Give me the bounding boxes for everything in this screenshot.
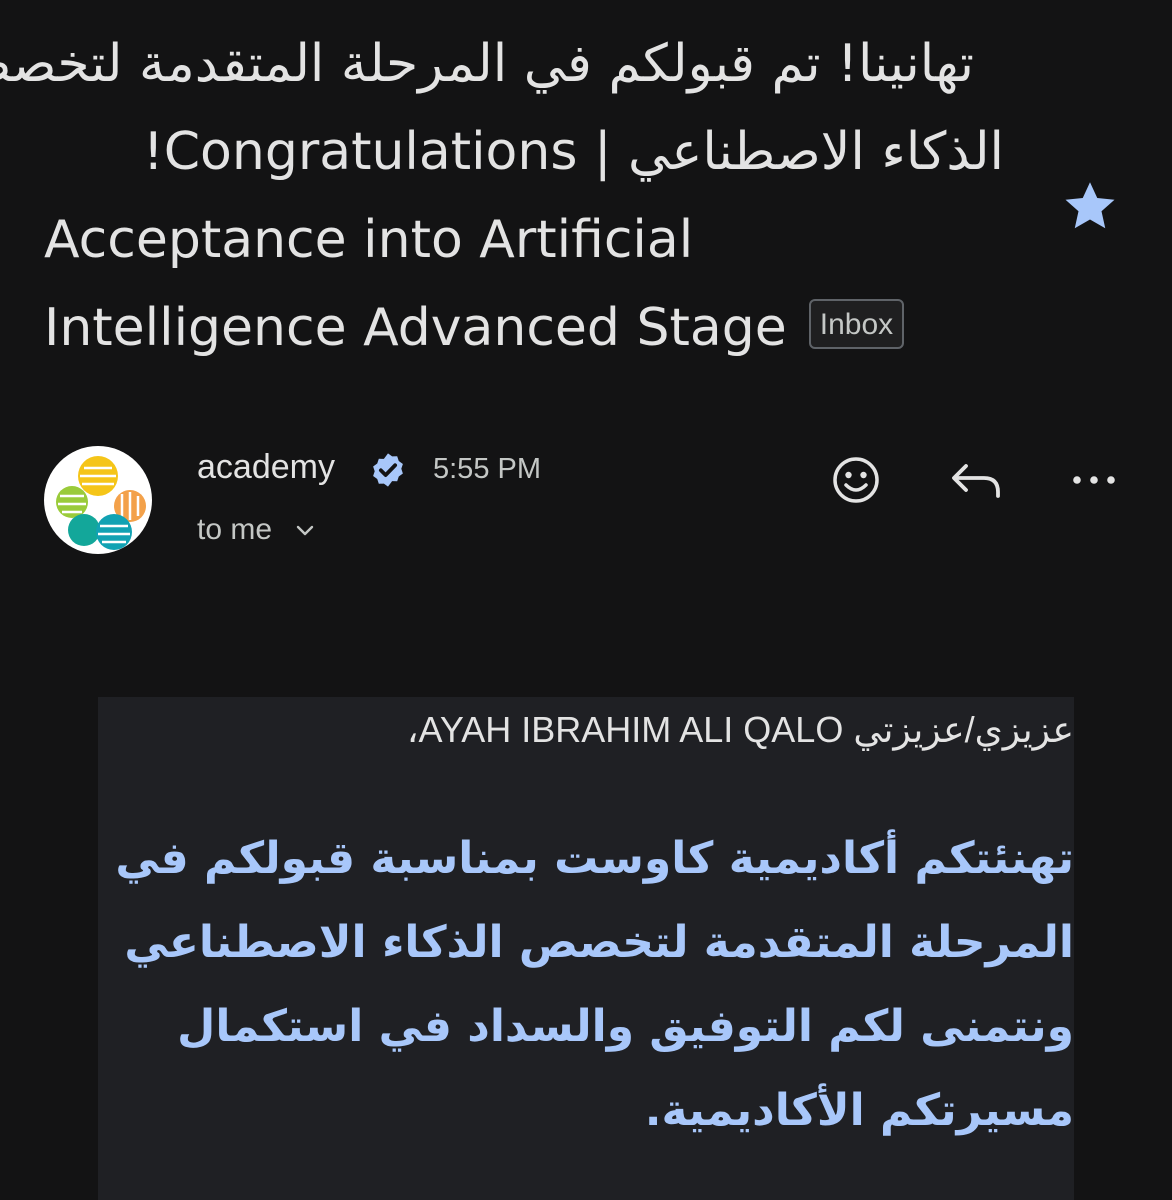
chevron-down-icon	[296, 525, 314, 536]
academy-logo	[56, 456, 146, 550]
verified-badge-icon	[369, 451, 407, 489]
email-body: عزيزي/عزيزتي AYAH IBRAHIM ALI QALO، تهنئ…	[98, 697, 1074, 1200]
add-reaction-button[interactable]	[828, 452, 884, 508]
subject-line-mixed: الذكاء الاصطناعي | Congratulations!	[142, 122, 1004, 182]
email-view: تهانينا! تم قبولكم في المرحلة المتقدمة ل…	[0, 0, 1172, 1200]
reply-button[interactable]	[948, 452, 1004, 508]
message-paragraph: تهنئتكم أكاديمية كاوست بمناسبة قبولكم في…	[115, 817, 1074, 1153]
message-line: تهنئتكم أكاديمية كاوست بمناسبة قبولكم في	[115, 833, 1074, 884]
sender-avatar[interactable]	[44, 446, 152, 554]
star-button[interactable]	[1058, 176, 1122, 236]
sender-name[interactable]: academy	[197, 448, 335, 487]
subject-line-english-2-text: Intelligence Advanced Stage	[44, 298, 787, 358]
reply-icon	[952, 464, 1000, 498]
more-options-button[interactable]	[1066, 452, 1122, 508]
recipient-toggle[interactable]: to me	[197, 513, 316, 547]
email-subject: تهانينا! تم قبولكم في المرحلة المتقدمة ل…	[0, 20, 1004, 372]
star-icon	[1065, 182, 1115, 229]
more-options-icon	[1073, 476, 1115, 484]
message-line: المرحلة المتقدمة لتخصص الذكاء الاصطناعي	[124, 917, 1074, 968]
inbox-label-chip[interactable]: Inbox	[808, 299, 905, 349]
message-line: مسيرتكم الأكاديمية.	[644, 1085, 1074, 1136]
subject-line-arabic: تهانينا! تم قبولكم في المرحلة المتقدمة ل…	[0, 34, 974, 94]
greeting-line: عزيزي/عزيزتي AYAH IBRAHIM ALI QALO،	[406, 709, 1074, 750]
emoji-reaction-icon	[833, 457, 879, 503]
received-time: 5:55 PM	[433, 453, 541, 485]
subject-line-english-1: Acceptance into Artificial	[44, 210, 694, 270]
subject-line-english-2: Intelligence Advanced Stage Inbox	[44, 284, 1004, 372]
recipient-label: to me	[197, 513, 273, 546]
message-line: ونتمنى لكم التوفيق والسداد في استكمال	[177, 1001, 1074, 1052]
